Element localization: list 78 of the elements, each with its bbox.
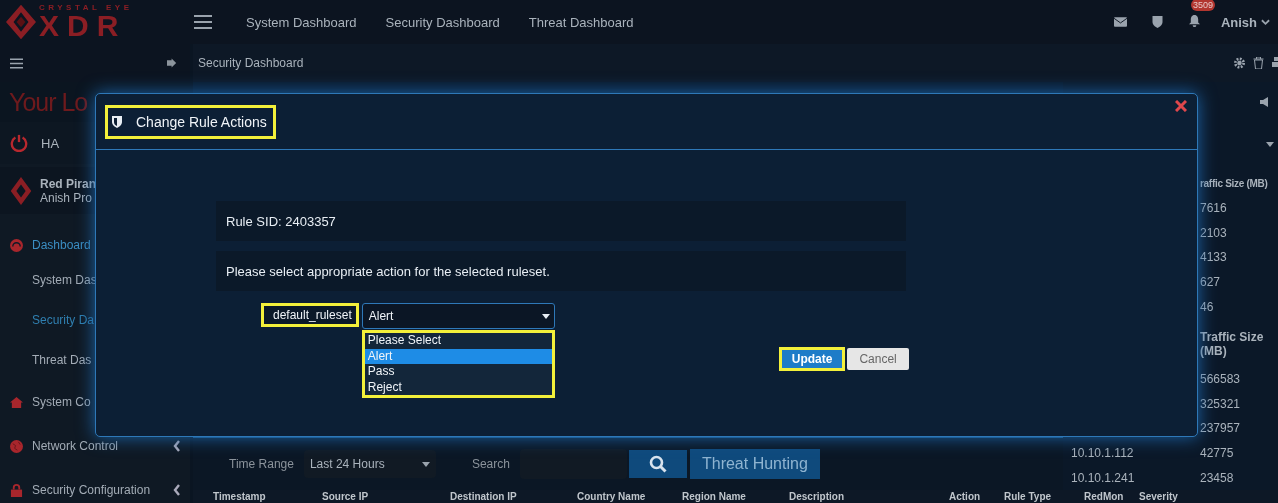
column-header: Country Name [577,490,647,503]
menu-icon[interactable] [194,15,212,29]
globe-icon [10,439,23,453]
dropdown-option[interactable]: Pass [364,364,552,380]
column-header: RedMon [1084,490,1125,503]
column-header: Region Name [682,490,747,503]
notification-icon[interactable] [1187,14,1201,27]
chevron-left-icon[interactable] [173,440,181,452]
home-icon [10,395,23,409]
sidebar-item[interactable]: Dashboard [32,238,91,252]
chevron-left-icon[interactable] [173,484,181,496]
dropdown-option[interactable]: Reject [364,379,552,395]
time-range-label: Time Range [229,457,294,472]
nav-link[interactable]: Security Dashboard [385,14,500,30]
profile-logo-icon [10,176,32,205]
profile-subtitle: Anish Pro [40,190,94,205]
menu-icon[interactable] [10,57,23,69]
rule-sid-text: Rule SID: 2403357 [216,201,906,241]
search-icon [648,455,667,474]
nav-link[interactable]: Threat Dashboard [528,14,634,30]
sidebar-item[interactable]: Network Control [32,439,119,453]
caret-down-icon[interactable] [1266,141,1274,147]
search-button[interactable] [628,450,687,479]
table-cell-text: 10.10.1.112 [1070,445,1135,460]
table-cell: 2103 [1200,225,1227,240]
gauge-icon [10,238,23,252]
table-cell: 566583 [1200,371,1241,386]
column-header: raffic Size (MB) [1200,177,1268,189]
sidebar-item[interactable]: Security Configuration [32,483,151,497]
table-cell: 42775 [1200,445,1234,460]
caret-down-icon [421,461,430,467]
lock-icon [10,483,23,497]
table-cell: 627 [1200,275,1221,290]
close-icon[interactable] [1175,100,1187,112]
column-header: Traffic Size (MB) [1200,329,1265,358]
sidebar-item[interactable]: System Co [32,395,91,409]
notification-badge: 3509 [1190,0,1215,11]
profile-name: Red Piran [40,176,96,191]
column-header: Rule Type [1004,490,1053,503]
time-range-select[interactable]: Last 24 Hours [303,450,436,479]
dropdown-option[interactable]: Please Select [364,333,552,349]
table-cell: 237957 [1200,421,1241,436]
settings-icon[interactable] [1234,57,1245,69]
logo-tagline: CRYSTAL EYE [39,4,133,12]
column-header: Source IP [322,490,370,503]
table-cell: 23458 [1200,470,1234,485]
threat-hunting-button[interactable]: Threat Hunting [689,449,820,480]
logo-icon [6,2,36,42]
table-cell-text: 10.10.1.241 [1070,470,1136,485]
logout-icon[interactable] [167,58,178,68]
column-header: Destination IP [450,490,518,503]
instruction-text: Please select appropriate action for the selected ruleset. [216,251,906,291]
table-cell: 7616 [1200,201,1227,215]
cancel-button[interactable]: Cancel [847,348,909,370]
trash-icon[interactable] [1253,57,1264,69]
search-label: Search [471,457,510,472]
nav-link[interactable]: System Dashboard [246,14,357,30]
action-select[interactable]: Alert [361,303,555,329]
logo-name: XDR [39,12,127,40]
ruleset-label: default_ruleset [261,303,359,327]
shield-icon[interactable] [1150,16,1164,28]
column-header: Timestamp [213,490,267,503]
column-header: Severity [1139,490,1179,503]
page-title: Security Dashboard [198,56,304,70]
speaker-icon[interactable] [1260,96,1268,107]
table-cell: 4133 [1200,250,1227,265]
update-button[interactable]: Update [778,347,846,371]
mail-icon[interactable] [1113,16,1127,28]
column-header: Description [789,490,845,503]
caret-down-icon [541,313,550,319]
power-icon[interactable] [10,134,28,152]
chevron-down-icon[interactable] [1261,18,1270,26]
column-header: Action [949,490,982,503]
user-menu[interactable]: Anish [1220,14,1257,30]
table-cell: 325321 [1200,396,1241,411]
table-cell: 46 [1200,299,1214,314]
ha-label: HA [41,135,60,151]
shield-icon [112,115,122,128]
